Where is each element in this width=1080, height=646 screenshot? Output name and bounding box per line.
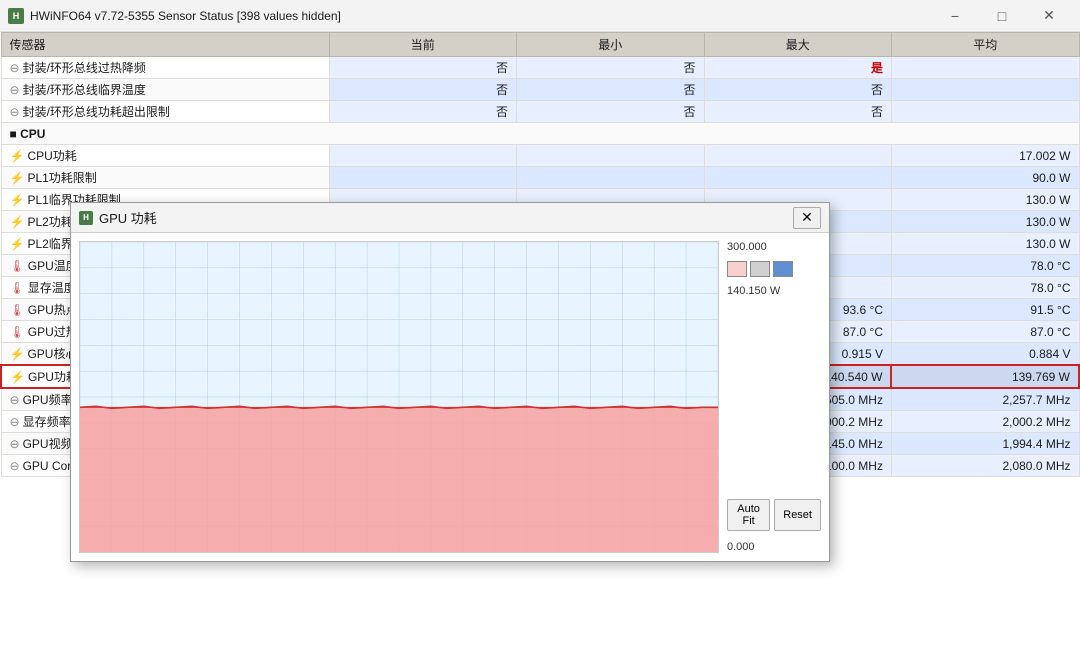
sensor-value-avg: 78.0 °C	[891, 255, 1079, 277]
sensor-label: ⊖封装/环形总线功耗超出限制	[1, 101, 329, 123]
color-swatches	[727, 261, 821, 277]
sensor-value-min: 否	[517, 101, 704, 123]
window-title: HWiNFO64 v7.72-5355 Sensor Status [398 v…	[30, 9, 926, 23]
sensor-value-current: 否	[329, 79, 516, 101]
sensor-value-max: 是	[704, 57, 891, 79]
chart-body: 300.000 140.150 W Auto Fit Reset 0.000	[71, 233, 829, 561]
chart-title: GPU 功耗	[99, 208, 787, 227]
table-row: ⊖封装/环形总线临界温度否否否	[1, 79, 1079, 101]
col-current: 当前	[329, 33, 516, 57]
sensor-value-avg: 130.0 W	[891, 233, 1079, 255]
sensor-value-current: 否	[329, 57, 516, 79]
sensor-value-avg: 1,994.4 MHz	[891, 433, 1079, 455]
maximize-button[interactable]: □	[979, 0, 1025, 32]
sensor-value-avg: 2,257.7 MHz	[891, 388, 1079, 411]
sensor-value-avg: 130.0 W	[891, 189, 1079, 211]
sensor-value-max: 否	[704, 79, 891, 101]
reset-button[interactable]: Reset	[774, 499, 821, 531]
chart-svg	[80, 242, 718, 552]
sensor-value-avg	[891, 101, 1079, 123]
chart-button-row: Auto Fit Reset	[727, 499, 821, 531]
sensor-value-avg: 2,000.2 MHz	[891, 411, 1079, 433]
sensor-value-min: 否	[517, 57, 704, 79]
title-bar: H HWiNFO64 v7.72-5355 Sensor Status [398…	[0, 0, 1080, 32]
sensor-value-max	[704, 167, 891, 189]
table-row: ■ CPU	[1, 123, 1079, 145]
table-row: ⊖封装/环形总线过热降频否否是	[1, 57, 1079, 79]
sensor-value-current	[329, 167, 516, 189]
sensor-value-avg: 17.002 W	[891, 145, 1079, 167]
sensor-value-min	[517, 145, 704, 167]
sensor-value-avg: 90.0 W	[891, 167, 1079, 189]
chart-y-max: 300.000	[727, 241, 821, 253]
col-sensor: 传感器	[1, 33, 329, 57]
col-min: 最小	[517, 33, 704, 57]
swatch-1[interactable]	[727, 261, 747, 277]
sensor-value-avg: 0.884 V	[891, 343, 1079, 366]
sensor-label: ⚡PL1功耗限制	[1, 167, 329, 189]
sensor-value-avg: 2,080.0 MHz	[891, 455, 1079, 477]
table-row: ⊖封装/环形总线功耗超出限制否否否	[1, 101, 1079, 123]
minimize-button[interactable]: −	[932, 0, 978, 32]
main-content: 传感器 当前 最小 最大 平均 ⊖封装/环形总线过热降频否否是⊖封装/环形总线临…	[0, 32, 1080, 646]
window-controls: − □ ✕	[932, 0, 1072, 32]
sensor-value-avg: 91.5 °C	[891, 299, 1079, 321]
sensor-value-avg	[891, 79, 1079, 101]
chart-close-button[interactable]: ✕	[793, 207, 821, 229]
sensor-label: ⊖封装/环形总线过热降频	[1, 57, 329, 79]
swatch-2[interactable]	[750, 261, 770, 277]
sensor-label: ⊖封装/环形总线临界温度	[1, 79, 329, 101]
sensor-value-max: 否	[704, 101, 891, 123]
swatch-3[interactable]	[773, 261, 793, 277]
chart-area	[79, 241, 719, 553]
sensor-value-max	[704, 145, 891, 167]
close-button[interactable]: ✕	[1026, 0, 1072, 32]
col-max: 最大	[704, 33, 891, 57]
sensor-value-avg: 130.0 W	[891, 211, 1079, 233]
sensor-value-avg: 87.0 °C	[891, 321, 1079, 343]
sensor-value-avg: 139.769 W	[891, 365, 1079, 388]
chart-title-bar: H GPU 功耗 ✕	[71, 203, 829, 233]
sensor-value-avg	[891, 57, 1079, 79]
app-icon: H	[8, 8, 24, 24]
chart-y-min: 0.000	[727, 541, 821, 553]
chart-controls: 300.000 140.150 W Auto Fit Reset 0.000	[719, 233, 829, 561]
chart-popup: H GPU 功耗 ✕	[70, 202, 830, 562]
chart-app-icon: H	[79, 211, 93, 225]
col-avg: 平均	[891, 33, 1079, 57]
table-row: ⚡PL1功耗限制 90.0 W	[1, 167, 1079, 189]
sensor-label: ⚡CPU功耗	[1, 145, 329, 167]
sensor-value-current: 否	[329, 101, 516, 123]
table-row: ⚡CPU功耗 17.002 W	[1, 145, 1079, 167]
auto-fit-button[interactable]: Auto Fit	[727, 499, 770, 531]
section-label: ■ CPU	[1, 123, 1079, 145]
sensor-value-current	[329, 145, 516, 167]
sensor-value-min	[517, 167, 704, 189]
sensor-value-avg: 78.0 °C	[891, 277, 1079, 299]
chart-y-mid: 140.150 W	[727, 285, 821, 297]
table-header-row: 传感器 当前 最小 最大 平均	[1, 33, 1079, 57]
sensor-value-min: 否	[517, 79, 704, 101]
